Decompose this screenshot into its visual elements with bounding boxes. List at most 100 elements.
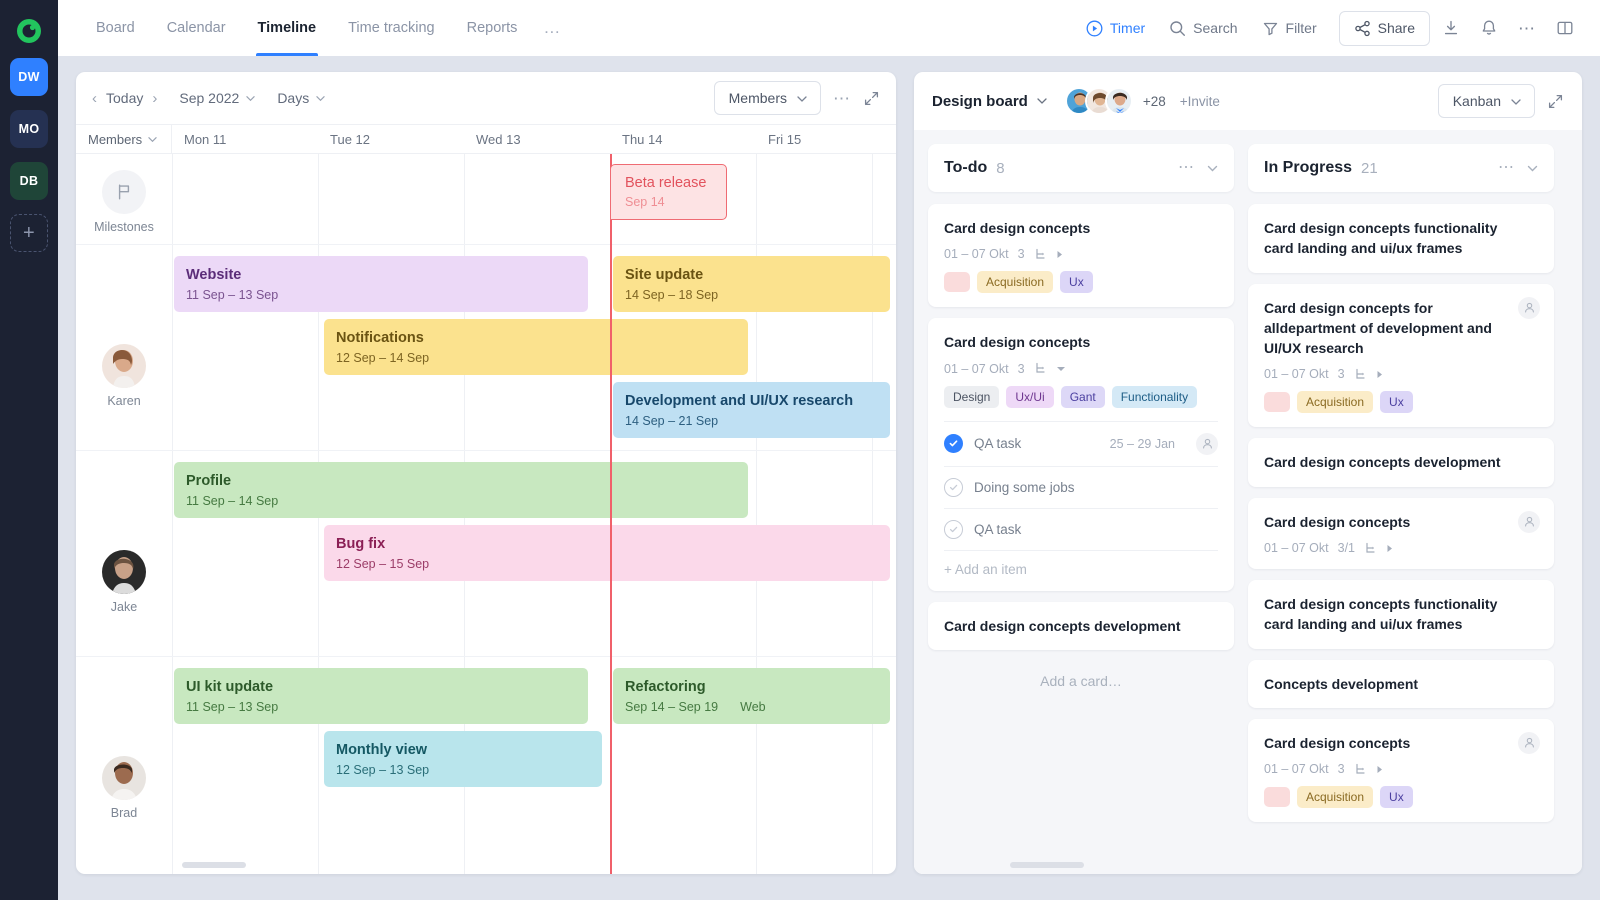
assignee-avatar-placeholder-icon[interactable] (1518, 731, 1540, 754)
column-collapse-button[interactable] (1527, 163, 1538, 174)
board-members-overflow[interactable]: +28 (1143, 94, 1166, 109)
assignee-avatar-placeholder-icon[interactable] (1518, 510, 1540, 533)
tab-board-label: Board (96, 20, 135, 36)
subtask-icon (1364, 542, 1377, 555)
timeline-bar-ui-kit-update[interactable]: UI kit update 11 Sep – 13 Sep (174, 668, 588, 724)
timeline-bar-notifications[interactable]: Notifications 12 Sep – 14 Sep (324, 319, 748, 375)
board-expand-button[interactable] (1547, 93, 1564, 110)
notifications-button[interactable] (1472, 11, 1506, 45)
expand-caret-icon[interactable] (1376, 370, 1384, 379)
column-more-button[interactable]: ⋯ (1178, 160, 1195, 176)
timeline-bar-development-uiux-research[interactable]: Development and UI/UX research 14 Sep – … (613, 382, 890, 438)
workspace-mo[interactable]: MO (10, 110, 48, 148)
tab-timeline[interactable]: Timeline (242, 0, 333, 56)
collapse-caret-icon[interactable] (1056, 365, 1066, 373)
column-collapse-button[interactable] (1207, 163, 1218, 174)
tab-board[interactable]: Board (80, 0, 151, 56)
card-tag[interactable]: Ux (1380, 786, 1413, 809)
expand-caret-icon[interactable] (1376, 765, 1384, 774)
column-count: 21 (1361, 159, 1378, 177)
checklist-item[interactable]: Doing some jobs (944, 465, 1218, 508)
timeline-expand-button[interactable] (863, 90, 880, 107)
checklist-item[interactable]: QA task 25 – 29 Jan (944, 420, 1218, 466)
scale-selector[interactable]: Days (277, 90, 325, 106)
board-card[interactable]: Card design concepts functionality card … (1248, 204, 1554, 273)
group-by-members-button[interactable]: Members (713, 81, 821, 115)
card-tag[interactable]: Acquisition (977, 271, 1054, 294)
add-workspace-button[interactable]: + (10, 214, 48, 252)
card-tag[interactable]: Functionality (1111, 385, 1198, 408)
checklist-label: Doing some jobs (974, 479, 1075, 495)
card-tag[interactable]: Ux (1380, 391, 1413, 414)
more-tabs-button[interactable]: … (533, 0, 571, 56)
assignee-avatar-placeholder-icon[interactable] (1518, 296, 1540, 319)
card-tag[interactable]: Gant (1060, 385, 1105, 408)
board-card[interactable]: Card design concepts functionality card … (1248, 580, 1554, 649)
column-more-button[interactable]: ⋯ (1498, 160, 1515, 176)
app-logo-icon[interactable] (16, 18, 42, 44)
card-tag-color[interactable] (944, 272, 970, 293)
invite-button[interactable]: +Invite (1180, 94, 1220, 109)
toggle-panel-button[interactable] (1548, 11, 1582, 45)
card-tag[interactable]: Design (944, 385, 1000, 408)
board-card[interactable]: Card design concepts 01 – 07 Okt 3/1 (1248, 497, 1554, 570)
assignee-avatar-placeholder-icon[interactable] (1196, 432, 1218, 455)
board-view-selector[interactable]: Kanban (1437, 84, 1535, 118)
timeline-bar-site-update[interactable]: Site update 14 Sep – 18 Sep (613, 256, 890, 312)
board-card[interactable]: Card design concepts for alldepartment o… (1248, 283, 1554, 428)
timeline-milestone-beta-release[interactable]: Beta release Sep 14 (610, 164, 727, 221)
add-checklist-item-button[interactable]: + Add an item (944, 549, 1218, 577)
timeline-bar-bug-fix[interactable]: Bug fix 12 Sep – 15 Sep (324, 525, 890, 581)
timeline-horizontal-scrollbar[interactable] (182, 862, 246, 868)
check-empty-icon[interactable] (944, 477, 963, 497)
board-card[interactable]: Card design concepts development (928, 601, 1234, 650)
check-empty-icon[interactable] (944, 519, 963, 539)
board-card[interactable]: Card design concepts development (1248, 438, 1554, 487)
board-card[interactable]: Card design concepts 01 – 07 Okt 3 Acqui… (1248, 718, 1554, 823)
download-button[interactable] (1434, 11, 1468, 45)
board-card[interactable]: Concepts development (1248, 659, 1554, 708)
timeline-bar-refactoring[interactable]: Refactoring Sep 14 – Sep 19 Web (613, 668, 890, 724)
share-button[interactable]: Share (1338, 10, 1430, 46)
card-tag[interactable]: Acquisition (1297, 786, 1374, 809)
expand-caret-icon[interactable] (1386, 544, 1394, 553)
workspace-db[interactable]: DB (10, 162, 48, 200)
board-title-chevron-down-icon[interactable] (1037, 96, 1047, 106)
card-tag-color[interactable] (1264, 392, 1290, 413)
today-button[interactable]: Today (106, 90, 143, 106)
bar-title: Profile (186, 473, 232, 490)
search-button[interactable]: Search (1159, 13, 1247, 44)
timeline-members-header[interactable]: Members (76, 124, 172, 154)
check-filled-icon[interactable] (944, 434, 963, 454)
card-tag-color[interactable] (1264, 787, 1290, 808)
timeline-bar-profile[interactable]: Profile 11 Sep – 14 Sep (174, 462, 748, 518)
timeline-more-button[interactable]: ⋯ (833, 90, 851, 107)
board-columns: To-do 8 ⋯ Card design concepts 01 – 07 O… (914, 130, 1582, 874)
timer-button[interactable]: Timer (1076, 13, 1155, 44)
card-tag[interactable]: Ux (1060, 271, 1093, 294)
board-member-avatars[interactable] (1064, 87, 1133, 115)
expand-caret-icon[interactable] (1056, 250, 1064, 259)
add-card-button[interactable]: Add a card… (928, 661, 1234, 701)
tab-calendar[interactable]: Calendar (151, 0, 242, 56)
prev-period-button[interactable]: ‹ (92, 91, 97, 106)
card-meta: 01 – 07 Okt 3 (944, 247, 1218, 261)
timeline-bar-monthly-view[interactable]: Monthly view 12 Sep – 13 Sep (324, 731, 602, 787)
row-label-brad: Brad (110, 806, 138, 820)
tab-reports[interactable]: Reports (451, 0, 534, 56)
more-options-button[interactable]: ⋯ (1510, 11, 1544, 45)
board-card[interactable]: Card design concepts 01 – 07 Okt 3 Acqui… (928, 204, 1234, 308)
checklist-item[interactable]: QA task (944, 507, 1218, 550)
month-selector[interactable]: Sep 2022 (179, 90, 255, 106)
filter-button[interactable]: Filter (1252, 13, 1327, 44)
card-tag[interactable]: Ux/Ui (1006, 385, 1054, 408)
tab-time-tracking[interactable]: Time tracking (332, 0, 450, 56)
board-horizontal-scrollbar[interactable] (1010, 862, 1084, 868)
subtask-icon (1034, 362, 1047, 375)
card-title: Concepts development (1264, 675, 1419, 692)
timeline-bar-website[interactable]: Website 11 Sep – 13 Sep (174, 256, 588, 312)
next-period-button[interactable]: › (152, 91, 157, 106)
board-card[interactable]: Card design concepts 01 – 07 Okt 3 Desig… (928, 318, 1234, 591)
card-tag[interactable]: Acquisition (1297, 391, 1374, 414)
workspace-dw[interactable]: DW (10, 58, 48, 96)
